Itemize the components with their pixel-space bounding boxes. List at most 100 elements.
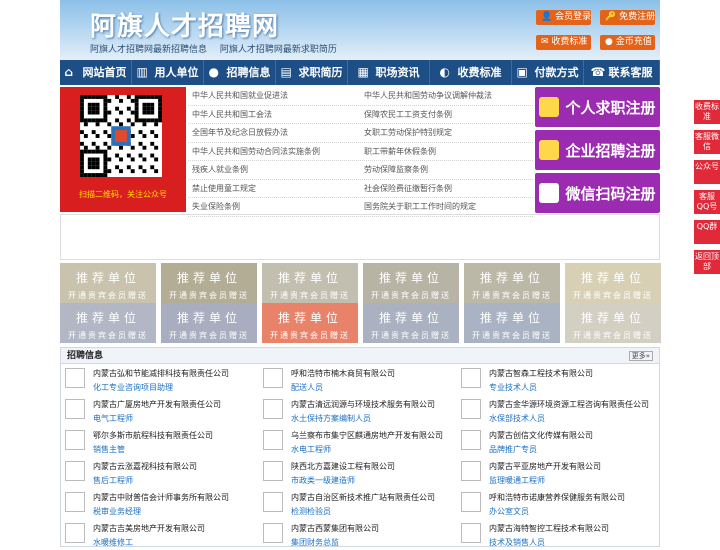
law-link[interactable]: 劳动保障监察条例 — [360, 161, 532, 179]
company-name[interactable]: 内蒙古云涨嘉视科技有限公司 — [93, 461, 197, 472]
job-position[interactable]: 水暖维修工 — [93, 537, 133, 548]
company-logo[interactable] — [263, 492, 283, 512]
nav-item-2[interactable]: ● 招聘信息 — [204, 60, 276, 85]
recharge-button[interactable]: ● 金币充值 — [600, 35, 655, 50]
law-link[interactable]: 全国年节及纪念日放假办法 — [188, 124, 360, 142]
company-name[interactable]: 内蒙古智森工程技术有限公司 — [489, 368, 593, 379]
job-position[interactable]: 品牌推广专员 — [489, 444, 537, 455]
sidebar-button[interactable]: QQ群 — [694, 220, 720, 244]
company-name[interactable]: 内蒙古清远润源与环境技术服务有限公司 — [291, 399, 435, 410]
company-name[interactable]: 内蒙古广厦房地产开发有限责任公司 — [93, 399, 221, 410]
law-link[interactable]: 中华人民共和国劳动合同法实施条例 — [188, 143, 360, 161]
job-position[interactable]: 配送人员 — [291, 382, 323, 393]
job-position[interactable]: 专业技术人员 — [489, 382, 537, 393]
company-name[interactable]: 内蒙古弘和节能减排科技有限责任公司 — [93, 368, 229, 379]
nav-item-7[interactable]: ☎ 联系客服 — [584, 60, 660, 85]
sidebar-button[interactable]: 公众号 — [694, 160, 720, 184]
company-name[interactable]: 内蒙古吉美房地产开发有限公司 — [93, 523, 205, 534]
job-position[interactable]: 水土保持方案编制人员 — [291, 413, 371, 424]
sidebar-button[interactable]: 客服QQ号 — [694, 190, 720, 214]
recommend-slot[interactable]: 推荐单位 开通贵宾会员赠送 — [161, 303, 257, 343]
law-link[interactable]: 残疾人就业条例 — [188, 161, 360, 179]
job-position[interactable]: 售后工程师 — [93, 475, 133, 486]
law-link[interactable]: 保障农民工工资支付条例 — [360, 106, 532, 124]
nav-item-4[interactable]: ▦ 职场资讯 — [348, 60, 430, 85]
company-name[interactable]: 内蒙古西蒙集团有限公司 — [291, 523, 379, 534]
job-position[interactable]: 化工专业咨询项目助理 — [93, 382, 173, 393]
recommend-slot[interactable]: 推荐单位 开通贵宾会员赠送 — [363, 303, 459, 343]
company-logo[interactable] — [263, 461, 283, 481]
company-logo[interactable] — [65, 523, 85, 543]
company-logo[interactable] — [65, 399, 85, 419]
register-button[interactable]: 🔑 免费注册 — [600, 10, 655, 25]
company-logo[interactable] — [461, 492, 481, 512]
job-position[interactable]: 税审业务经理 — [93, 506, 141, 517]
company-name[interactable]: 内蒙古中财普信会计师事务所有限公司 — [93, 492, 229, 503]
nav-item-0[interactable]: ⌂ 网站首页 — [60, 60, 132, 85]
job-position[interactable]: 办公室文员 — [489, 506, 529, 517]
company-name[interactable]: 呼和浩特市诺康营养保健服务有限公司 — [489, 492, 625, 503]
recommend-slot[interactable]: 推荐单位 开通贵宾会员赠送 — [464, 263, 560, 303]
company-name[interactable]: 内蒙古自治区新技术推广站有限责任公司 — [291, 492, 435, 503]
job-position[interactable]: 销售主管 — [93, 444, 125, 455]
sidebar-button[interactable]: 收费标准 — [694, 100, 720, 124]
site-title[interactable]: 阿旗人才招聘网 — [90, 6, 279, 43]
company-name[interactable]: 鄂尔多斯市航程科技有限责任公司 — [93, 430, 213, 441]
recommend-slot[interactable]: 推荐单位 开通贵宾会员赠送 — [565, 263, 661, 303]
latest-resumes-link[interactable]: 阿旗人才招聘网最新求职简历 — [220, 45, 337, 55]
job-position[interactable]: 电气工程师 — [93, 413, 133, 424]
law-link[interactable]: 失业保险条例 — [188, 198, 360, 216]
company-logo[interactable] — [65, 492, 85, 512]
company-register-button[interactable]: 企业招聘注册 — [535, 130, 660, 170]
company-logo[interactable] — [461, 523, 481, 543]
law-link[interactable]: 中华人民共和国工会法 — [188, 106, 360, 124]
recommend-slot[interactable]: 推荐单位 开通贵宾会员赠送 — [464, 303, 560, 343]
company-logo[interactable] — [461, 399, 481, 419]
nav-item-3[interactable]: ▤ 求职简历 — [276, 60, 348, 85]
recommend-slot[interactable]: 推荐单位 开通贵宾会员赠送 — [60, 263, 156, 303]
recommend-slot[interactable]: 推荐单位 开通贵宾会员赠送 — [161, 263, 257, 303]
company-logo[interactable] — [65, 461, 85, 481]
job-position[interactable]: 检测检验员 — [291, 506, 331, 517]
company-name[interactable]: 乌兰察布市集宁区麒通房地产开发有限公司 — [291, 430, 443, 441]
law-link[interactable]: 女职工劳动保护特别规定 — [360, 124, 532, 142]
company-logo[interactable] — [263, 399, 283, 419]
company-logo[interactable] — [461, 461, 481, 481]
job-position[interactable]: 技术及销售人员 — [489, 537, 545, 548]
company-name[interactable]: 内蒙古海特智控工程技术有限公司 — [489, 523, 609, 534]
company-logo[interactable] — [461, 368, 481, 388]
personal-register-button[interactable]: 个人求职注册 — [535, 87, 660, 127]
law-link[interactable]: 职工带薪年休假条例 — [360, 143, 532, 161]
company-name[interactable]: 陕西北方嘉建设工程有限公司 — [291, 461, 395, 472]
job-position[interactable]: 市政类一级建造师 — [291, 475, 355, 486]
nav-item-1[interactable]: ▥ 用人单位 — [132, 60, 204, 85]
company-name[interactable]: 内蒙古平亚房地产开发有限公司 — [489, 461, 601, 472]
nav-item-6[interactable]: ▣ 付款方式 — [512, 60, 584, 85]
law-link[interactable]: 中华人民共和国就业促进法 — [188, 87, 360, 105]
company-name[interactable]: 内蒙古创信文化传媒有限公司 — [489, 430, 593, 441]
law-link[interactable]: 社会保险费征缴暂行条例 — [360, 180, 532, 198]
law-link[interactable]: 国务院关于职工工作时间的规定 — [360, 198, 532, 216]
sidebar-button[interactable]: 客服微信 — [694, 130, 720, 154]
law-link[interactable]: 中华人民共和国劳动争议调解仲裁法 — [360, 87, 532, 105]
company-logo[interactable] — [263, 523, 283, 543]
sidebar-button[interactable]: 返回顶部 — [694, 250, 720, 274]
login-button[interactable]: 👤 会员登录 — [536, 10, 591, 25]
recommend-slot[interactable]: 推荐单位 开通贵宾会员赠送 — [262, 263, 358, 303]
company-logo[interactable] — [65, 430, 85, 450]
ad-banner[interactable] — [60, 214, 660, 260]
latest-jobs-link[interactable]: 阿旗人才招聘网最新招聘信息 — [90, 45, 207, 55]
law-link[interactable]: 禁止使用童工规定 — [188, 180, 360, 198]
job-position[interactable]: 监理暖通工程师 — [489, 475, 545, 486]
nav-item-5[interactable]: ◐ 收费标准 — [430, 60, 512, 85]
company-logo[interactable] — [65, 368, 85, 388]
job-position[interactable]: 水保部技术人员 — [489, 413, 545, 424]
wechat-register-button[interactable]: 微信扫码注册 — [535, 173, 660, 213]
job-position[interactable]: 水电工程师 — [291, 444, 331, 455]
fees-button[interactable]: ✉ 收费标准 — [536, 35, 591, 50]
company-name[interactable]: 内蒙古金华源环境资源工程咨询有限责任公司 — [489, 399, 649, 410]
company-logo[interactable] — [461, 430, 481, 450]
company-name[interactable]: 呼和浩特市楠木商贸有限公司 — [291, 368, 395, 379]
company-logo[interactable] — [263, 430, 283, 450]
recommend-slot[interactable]: 推荐单位 开通贵宾会员赠送 — [363, 263, 459, 303]
